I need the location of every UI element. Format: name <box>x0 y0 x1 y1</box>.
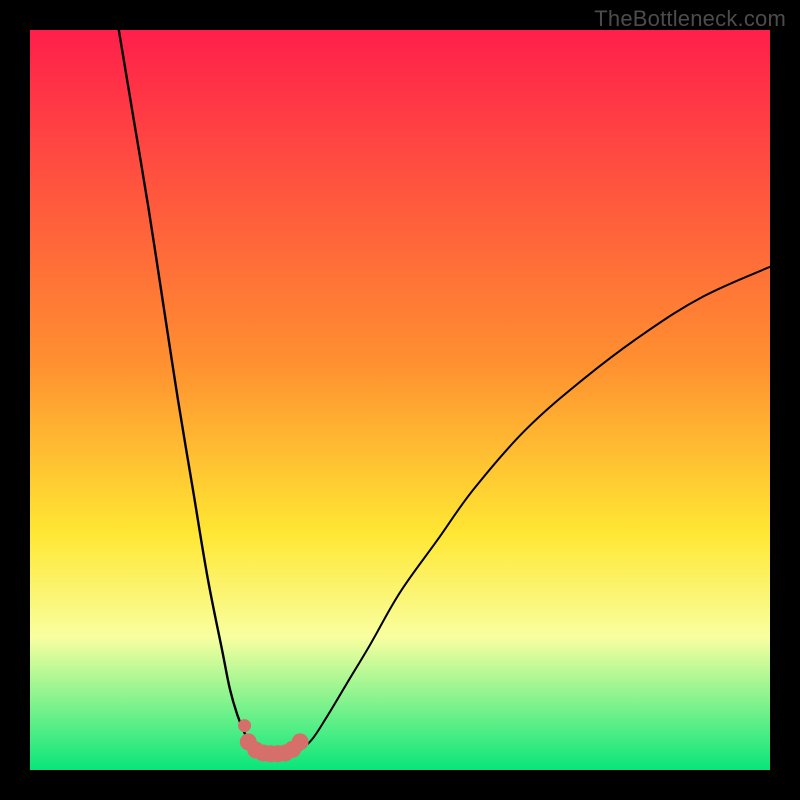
left-curve <box>119 30 260 753</box>
valley-markers <box>240 733 309 762</box>
right-curve <box>296 267 770 753</box>
plot-area <box>30 30 770 770</box>
valley-floating-marker <box>238 719 251 732</box>
curves-layer <box>30 30 770 770</box>
valley-floating-dot <box>238 719 251 732</box>
valley-marker-dot <box>292 733 309 750</box>
chart-frame: TheBottleneck.com <box>0 0 800 800</box>
watermark-text: TheBottleneck.com <box>594 6 786 32</box>
